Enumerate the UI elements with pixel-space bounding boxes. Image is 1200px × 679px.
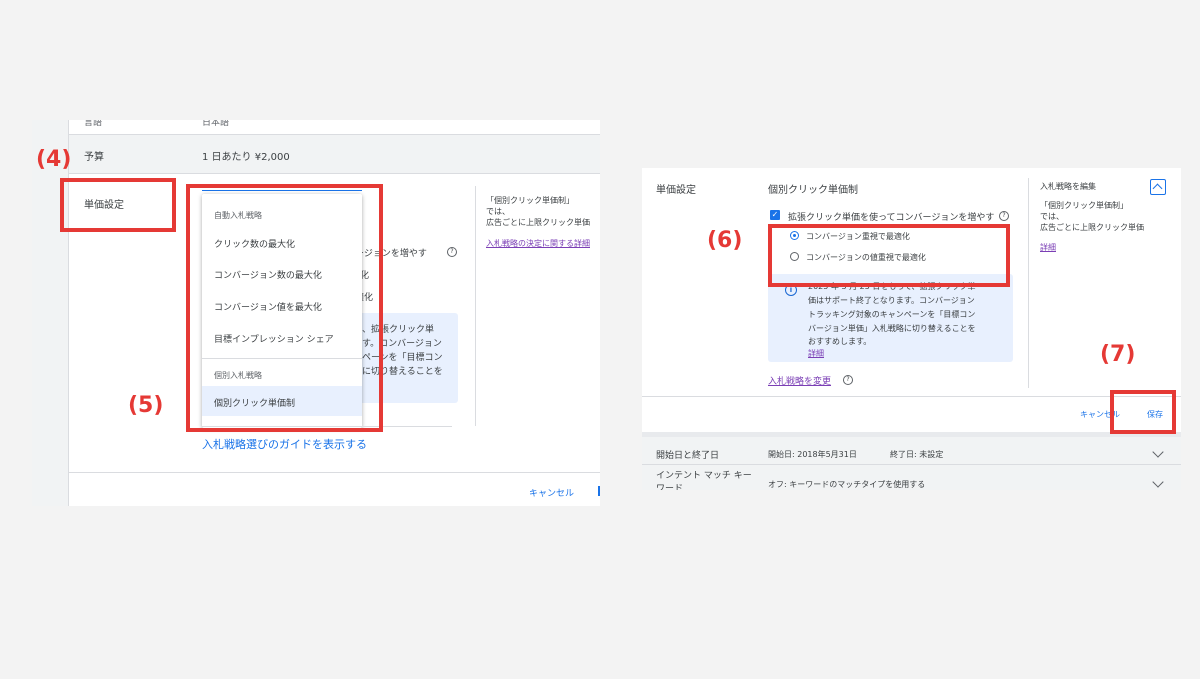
budget-row[interactable] [69,135,600,173]
help-icon: ? [447,247,457,257]
bid-setting-label: 単価設定 [656,185,696,196]
strategy-guide-link[interactable]: 入札戦略選びのガイドを表示する [202,436,367,452]
vertical-divider [1028,178,1029,388]
chevron-up-icon [1152,183,1163,194]
side-note-line: では、 [486,207,510,216]
highlight-save-button [1110,390,1176,434]
side-line: 「個別クリック単価制」 [1040,201,1128,210]
side-title: 入札戦略を編集 [1040,182,1096,191]
budget-value: 1 日あたり ¥2,000 [202,152,290,163]
info-details-link[interactable]: 詳細 [808,348,824,359]
highlight-dropdown [186,184,383,432]
step-5-label: (5) [128,393,164,418]
change-strategy-link[interactable]: 入札戦略を変更 [768,374,831,387]
intent-match-label: インテント マッチ キーワード [656,471,752,490]
vertical-divider [475,186,476,426]
ecpc-checkbox[interactable]: ✓ [770,210,780,220]
help-icon[interactable]: ? [999,211,1009,221]
bid-strategy-value: 個別クリック単価制 [768,185,858,196]
footer-divider [69,472,600,473]
info-line: バージョン単価」入札戦略に切り替えることを [808,324,976,333]
right-screenshot: 単価設定 個別クリック単価制 ✓ 拡張クリック単価を使ってコンバージョンを増やす… [642,168,1181,490]
side-line: では、 [1040,212,1064,221]
collapse-button[interactable] [1150,179,1166,195]
side-line: 広告ごとに上限クリック単価 [1040,223,1144,232]
ecpc-checkbox-label: 拡張クリック単価を使ってコンバージョンを増やす [788,213,995,223]
highlight-radio-options [768,224,1010,287]
step-6-label: (6) [707,228,743,253]
step-4-label: (4) [36,147,72,172]
help-icon[interactable]: ? [843,375,853,385]
step-7-label: (7) [1100,342,1136,367]
start-date-value: 開始日: 2018年5月31日 [768,450,857,459]
row-divider [69,173,600,174]
end-date-value: 終了日: 未設定 [890,450,944,459]
language-value: 日本語 [202,120,230,128]
info-line: トラッキング対象のキャンペーンを「目標コン [808,310,976,319]
side-note-title: 「個別クリック単価制」 [486,196,574,205]
side-note-line: 広告ごとに上限クリック単価 [486,218,590,227]
strategy-details-link[interactable]: 入札戦略の決定に関する詳細 [486,238,590,249]
start-end-label: 開始日と終了日 [656,451,720,461]
info-line: 価はサポート終了となります。コンバージョン [808,296,975,305]
language-label: 言語 [84,120,103,128]
budget-label: 予算 [84,152,104,163]
save-button-partial[interactable] [598,486,600,496]
side-details-link[interactable]: 詳細 [1040,242,1056,253]
highlight-bid-setting [60,178,176,232]
footer-divider [642,396,1181,397]
info-line: おすすめします。 [808,337,872,346]
intent-match-value: オフ: キーワードのマッチタイプを使用する [768,480,926,489]
cancel-button[interactable]: キャンセル [529,486,574,499]
